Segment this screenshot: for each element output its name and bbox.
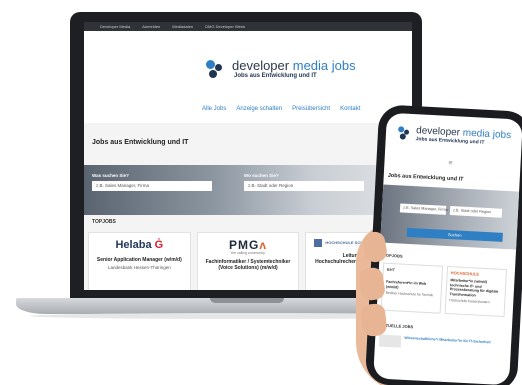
search-what-label: Was suchen Sie? (92, 173, 129, 178)
topjobs-heading: TOPJOBS (92, 219, 116, 225)
phone-topjob-card[interactable]: BHT Fachreferent*in im Web (w/m/d) Berli… (380, 262, 444, 314)
card-company: Berliner Hochschule für Technik (385, 290, 434, 298)
search-hero: Was suchen Sie? z.B. Sales Manager, Firm… (84, 165, 412, 215)
laptop-topbar: Developer Media Anmelden Mediadaten DMG … (84, 22, 412, 31)
search-where-input[interactable]: z.B. Stadt oder Region (244, 181, 364, 191)
hamburger-menu-icon[interactable]: ≡ (448, 160, 452, 167)
phone-search-what-input[interactable]: z.B. Sales Manager, Firma (399, 203, 448, 215)
logo-tagline: Jobs aus Entwicklung und IT (234, 73, 317, 79)
card-company: Hochschule Kaiserslautern (449, 298, 490, 305)
topjob-card-helaba[interactable]: Helaba Ġ Senior Application Manager (w/m… (88, 232, 191, 290)
site-logo[interactable]: developer media jobs Jobs aus Entwicklun… (206, 59, 356, 80)
search-what-group: Was suchen Sie? z.B. Sales Manager, Firm… (92, 173, 212, 191)
search-what-input[interactable]: z.B. Sales Manager, Firma (92, 181, 212, 191)
logo-title: developer media jobs (232, 58, 356, 73)
section-title: Jobs aus Entwicklung und IT (92, 139, 189, 146)
nav-kontakt[interactable]: Kontakt (340, 106, 360, 112)
topbar-link-dmg[interactable]: DMG Developer Week (205, 24, 245, 29)
card-logo: BHT (386, 266, 396, 273)
card-title: Fachreferent*in im Web (w/m/d) (385, 279, 427, 289)
search-where-group: Wo suchen Sie? z.B. Stadt oder Region (244, 173, 364, 191)
topbar-link-developer-media[interactable]: Developer Media (100, 24, 130, 29)
topjob-card-pmg[interactable]: PMGᴧ the calling community Fachinformati… (196, 232, 300, 290)
laptop-notch (210, 298, 284, 303)
phone-screen: developer media jobs Jobs aus Entwicklun… (373, 112, 522, 385)
logo-dots-icon (398, 126, 413, 141)
laptop-header: developer media jobs Jobs aus Entwicklun… (84, 31, 412, 123)
helaba-logo: Helaba Ġ (115, 239, 164, 251)
card-logo: HOCHSCHULE (450, 270, 480, 277)
topbar-link-mediadaten[interactable]: Mediadaten (172, 24, 193, 29)
phone-search-where-input[interactable]: z.B. Stadt oder Region (449, 206, 503, 218)
pmg-logo: PMGᴧ (228, 238, 268, 252)
card-title: Mitarbeiter*in (w/m/d) technische IT- un… (449, 278, 499, 298)
phone-topjob-card[interactable]: HOCHSCHULE Mitarbeiter*in (w/m/d) techni… (444, 265, 508, 318)
job-logo (378, 334, 402, 348)
phone-section-title: Jobs aus Entwicklung und IT (387, 172, 464, 183)
card-title: Fachinformatiker / Systemtechniker (Voic… (205, 259, 291, 271)
finger (360, 302, 388, 338)
logo-dots-icon (206, 59, 226, 80)
card-title: Senior Application Manager (w/m/d) (96, 257, 182, 263)
pmg-tagline: the calling community (231, 251, 265, 255)
job-title: Wissenschaftliche*r Mitarbeiter*in für I… (404, 335, 491, 345)
main-nav: Alle Jobs Anzeige schalten Preisübersich… (202, 106, 360, 112)
phone-job-item[interactable]: Wissenschaftliche*r Mitarbeiter*in für I… (378, 334, 507, 372)
topbar-link-anmelden[interactable]: Anmelden (142, 24, 160, 29)
search-where-label: Wo suchen Sie? (244, 173, 279, 178)
nav-alle-jobs[interactable]: Alle Jobs (202, 106, 226, 112)
nav-anzeige-schalten[interactable]: Anzeige schalten (236, 106, 282, 112)
phone-logo[interactable]: developer media jobs Jobs aus Entwicklun… (398, 125, 511, 147)
card-company: Landesbank Hessen-Thüringen (107, 265, 171, 270)
nav-preisuebersicht[interactable]: Preisübersicht (292, 106, 330, 112)
